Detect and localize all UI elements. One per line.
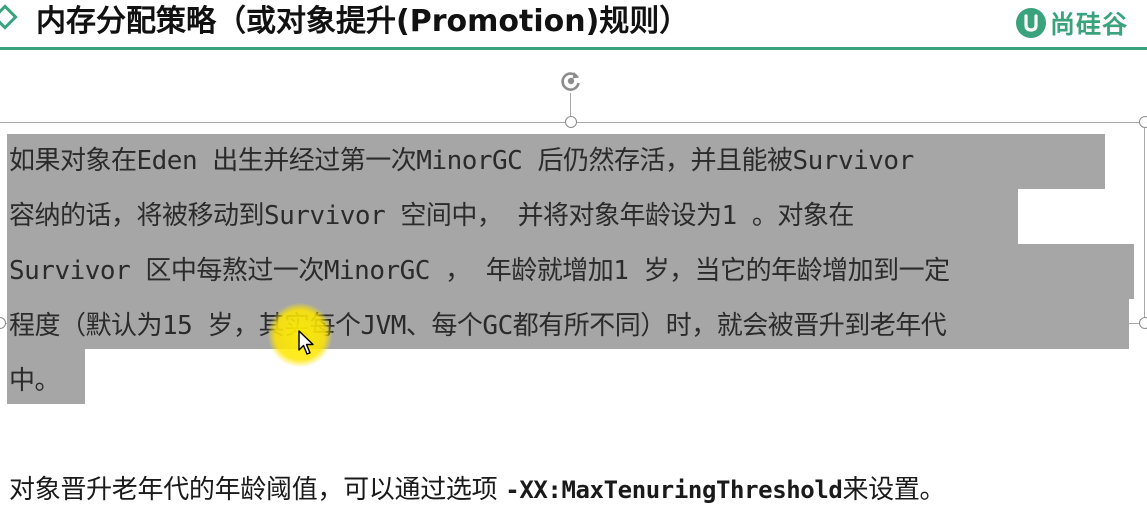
paragraph-line[interactable]: 中。 [9, 354, 61, 409]
paragraph-line[interactable]: 程度（默认为15 岁，其实每个JVM、每个GC都有所不同）时，就会被晋升到老年代 [9, 299, 947, 354]
threshold-sentence[interactable]: 对象晋升老年代的年龄阈值，可以通过选项 -XX:MaxTenuringThres… [9, 466, 946, 514]
paragraph-line[interactable]: Survivor 区中每熬过一次MinorGC ， 年龄就增加1 岁，当它的年龄… [9, 244, 950, 299]
rotate-handle-icon[interactable] [558, 68, 584, 94]
brand-logo: 尚硅谷 [1016, 6, 1128, 40]
paragraph-line[interactable]: 容纳的话，将被移动到Survivor 空间中， 并将对象年龄设为1 。对象在 [9, 189, 854, 244]
mouse-pointer-icon [298, 330, 314, 355]
slide-title-bar: 内存分配策略（或对象提升(Promotion)规则） 尚硅谷 [0, 0, 1147, 50]
resize-handle-top-middle[interactable] [565, 116, 577, 128]
brand-logo-text: 尚硅谷 [1050, 10, 1129, 39]
diamond-bullet-icon [0, 4, 18, 30]
paragraph-line[interactable]: 如果对象在Eden 出生并经过第一次MinorGC 后仍然存活，并且能被Surv… [9, 134, 914, 189]
slide-title: 内存分配策略（或对象提升(Promotion)规则） [36, 4, 690, 39]
threshold-sentence-suffix: 来设置。 [842, 475, 946, 505]
resize-handle-top-right[interactable] [1139, 116, 1147, 128]
threshold-sentence-prefix: 对象晋升老年代的年龄阈值，可以通过选项 [9, 475, 506, 505]
resize-handle-middle-right[interactable] [1139, 317, 1147, 329]
brand-logo-icon [1016, 8, 1046, 38]
jvm-option-code: -XX:MaxTenuringThreshold [505, 476, 843, 504]
title-divider [0, 47, 1147, 50]
